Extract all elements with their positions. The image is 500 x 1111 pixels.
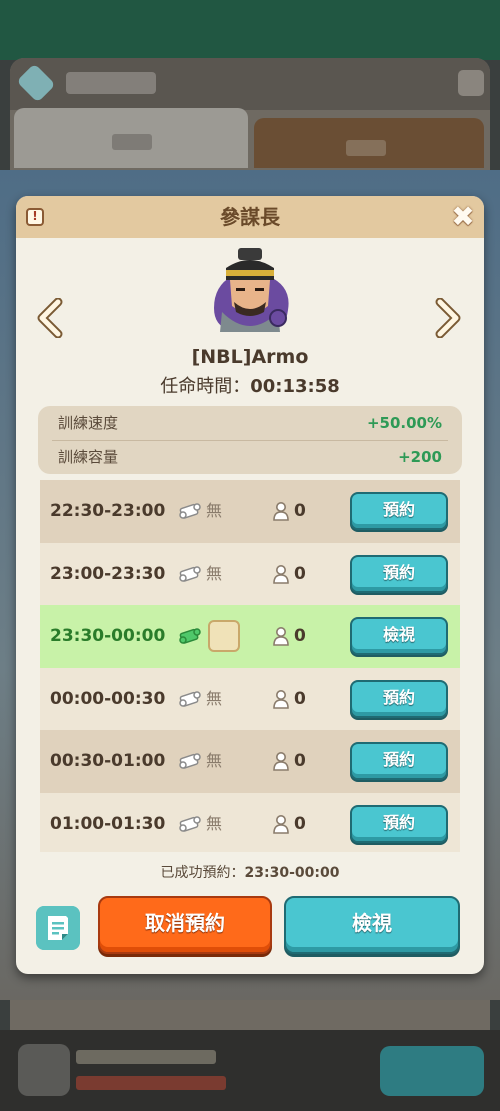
background-bottom-text-1 [76, 1050, 216, 1064]
chief-of-staff-dialog: 參謀長 ! ✖ [NBL]Armo 任命時間：00:13:58 訓練速度 +50… [16, 196, 484, 974]
close-icon[interactable]: ✖ [450, 203, 476, 231]
background-close-icon [458, 70, 484, 96]
view-button[interactable]: 檢視 [284, 896, 460, 954]
background-tab-2-label [346, 140, 386, 156]
slot-item-none: 無 [206, 813, 223, 833]
scroll-icon [179, 503, 201, 519]
slot-action-button[interactable]: 預約 [350, 554, 448, 593]
slot-count: 0 [294, 501, 306, 521]
slot-count: 0 [294, 563, 306, 584]
slot-item-none: 無 [206, 501, 223, 520]
stat-label: 訓練速度 [58, 414, 119, 432]
slot-item-none: 無 [206, 688, 223, 708]
time-slot-row: 01:00-01:30 無 0 預約 [40, 792, 460, 852]
scroll-icon [179, 565, 201, 582]
background-tab-1-label [112, 134, 152, 150]
slot-item-none: 無 [206, 563, 223, 583]
time-slot-row: 00:00-00:30 無 0 預約 [40, 667, 460, 730]
slot-action-button[interactable]: 預約 [350, 492, 448, 530]
slot-time: 23:30-00:00 [50, 626, 166, 646]
time-slot-row: 22:30-23:00 無 0 預約 [40, 480, 460, 543]
person-icon [273, 564, 289, 584]
stat-row-training-capacity: 訓練容量 +200 [38, 440, 462, 474]
term-time-value: 00:13:58 [250, 376, 340, 397]
background-bottom-text-2 [76, 1076, 226, 1090]
next-arrow-icon[interactable] [432, 298, 462, 338]
stat-row-training-speed: 訓練速度 +50.00% [38, 406, 462, 440]
slot-time: 23:00-23:30 [50, 563, 166, 584]
slot-action-button[interactable]: 預約 [350, 679, 448, 718]
time-slot-row: 23:00-23:30 無 0 預約 [40, 542, 460, 605]
stats-box: 訓練速度 +50.00% 訓練容量 +200 [38, 406, 462, 474]
slot-item-none: 無 [206, 751, 223, 770]
cancel-reservation-button[interactable]: 取消預約 [98, 896, 272, 954]
reservation-note-time: 23:30-00:00 [244, 865, 340, 881]
background-bottom-icon [18, 1044, 70, 1096]
person-icon [273, 752, 289, 771]
slot-count: 0 [294, 688, 306, 709]
info-icon[interactable]: ! [26, 208, 44, 226]
background-title [66, 72, 156, 94]
time-slot-row: 00:30-01:00 無 0 預約 [40, 730, 460, 793]
previous-arrow-icon[interactable] [36, 298, 66, 338]
person-icon [273, 502, 289, 521]
slot-list-inner: 22:30-23:00 無 0 預約 23:00-23:30 無 0 預約 23… [40, 480, 460, 852]
stat-label: 訓練容量 [58, 448, 119, 466]
person-icon [273, 689, 289, 709]
scroll-icon [179, 753, 201, 769]
time-slot-list[interactable]: 22:30-23:00 無 0 預約 23:00-23:30 無 0 預約 23… [40, 480, 460, 852]
slot-time: 22:30-23:00 [50, 501, 166, 521]
person-icon [273, 814, 289, 834]
dialog-title: 參謀長 [220, 205, 280, 229]
slot-time: 00:30-01:00 [50, 751, 166, 771]
term-time-label: 任命時間： [160, 376, 251, 397]
scroll-icon [179, 690, 201, 707]
slot-time: 01:00-01:30 [50, 813, 166, 834]
reserver-avatar[interactable] [208, 620, 240, 652]
scroll-icon [179, 815, 201, 832]
stat-value: +200 [398, 448, 442, 466]
slot-time: 00:00-00:30 [50, 688, 166, 709]
slot-count: 0 [294, 626, 306, 646]
background-top [0, 0, 500, 60]
background-bottom-button [380, 1046, 484, 1096]
reservation-note: 已成功預約：23:30-00:00 [16, 862, 484, 882]
slot-action-button[interactable]: 預約 [350, 804, 448, 843]
person-icon [273, 627, 289, 646]
commander-avatar [214, 248, 289, 332]
slot-action-button[interactable]: 預約 [350, 742, 448, 780]
player-name: [NBL]Armo [191, 346, 309, 368]
scroll-icon [179, 628, 201, 644]
notes-button[interactable] [36, 906, 80, 950]
reservation-note-label: 已成功預約： [160, 865, 245, 881]
slot-count: 0 [294, 751, 306, 771]
slot-count: 0 [294, 813, 306, 834]
term-time: 任命時間：00:13:58 [16, 372, 484, 398]
time-slot-row: 23:30-00:00 0 檢視 [40, 605, 460, 668]
slot-action-button[interactable]: 檢視 [350, 617, 448, 655]
stat-value: +50.00% [366, 414, 442, 432]
